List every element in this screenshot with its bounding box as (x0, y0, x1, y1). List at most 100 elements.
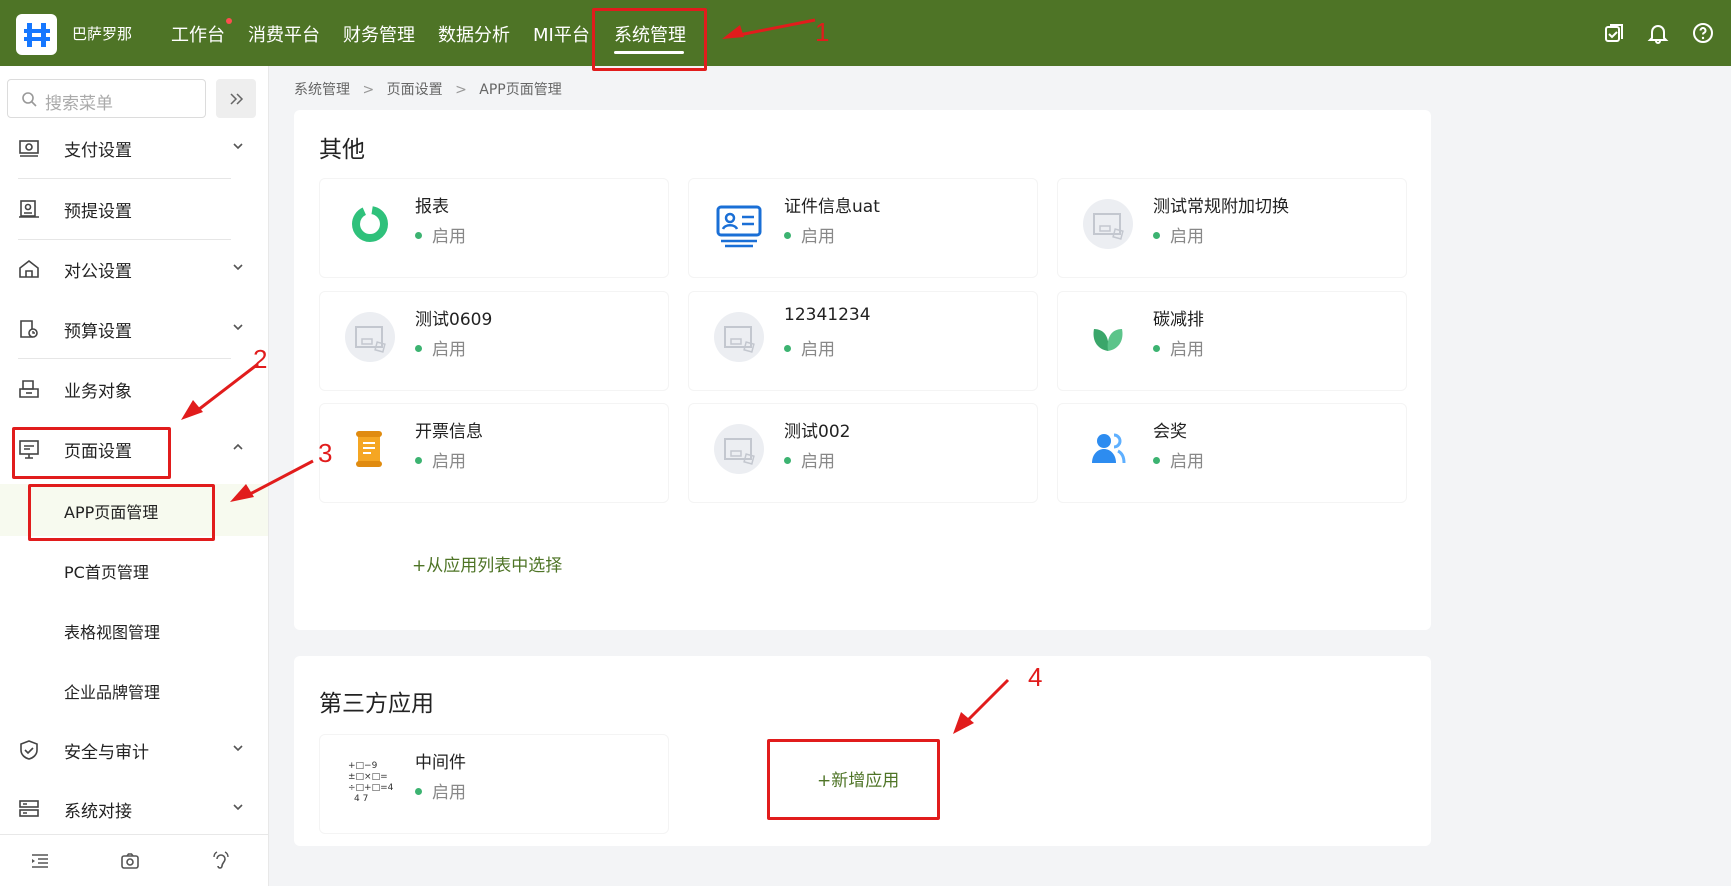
status-dot (415, 231, 422, 239)
status-dot (784, 456, 791, 464)
chevron-down-icon (233, 324, 243, 331)
nav-consume-platform[interactable]: 消费平台 (248, 21, 320, 47)
app-card[interactable]: 开票信息 启用 (319, 403, 669, 503)
app-card[interactable]: 12341234 启用 (688, 291, 1038, 391)
status-dot (415, 456, 422, 464)
status-dot (1153, 344, 1160, 352)
app-card[interactable]: 测试002 启用 (688, 403, 1038, 503)
annotation-arrow-4 (953, 678, 1010, 734)
status-dot (784, 344, 791, 352)
breadcrumb-item[interactable]: 系统管理 (294, 82, 350, 98)
nav-mi-platform[interactable]: MI平台 (533, 21, 590, 47)
sidebar-item-label: 对公设置 (64, 262, 132, 282)
leaf-icon (1093, 329, 1123, 351)
chevron-down-icon (233, 264, 243, 271)
help-icon[interactable] (1692, 22, 1714, 44)
app-name: 证件信息uat (784, 197, 880, 217)
search-icon (22, 92, 37, 107)
logo[interactable] (16, 14, 57, 55)
status-dot (1153, 456, 1160, 464)
sidebar-subitem-label: PC首页管理 (64, 563, 149, 582)
sidebar-subitem-brand[interactable]: 企业品牌管理 (0, 664, 268, 716)
shield-icon (20, 740, 38, 760)
double-chevron-right-icon (230, 92, 244, 105)
sidebar-item-system-integration[interactable]: 系统对接 (0, 784, 268, 834)
nav-data-analysis[interactable]: 数据分析 (438, 21, 510, 47)
hearing-icon[interactable] (211, 851, 231, 871)
app-status: 启用 (1153, 222, 1204, 247)
sidebar-item-accrual[interactable]: 预提设置 (0, 184, 268, 234)
sidebar-item-budget[interactable]: 预算设置 (0, 304, 268, 354)
app-name: 会奖 (1153, 422, 1187, 442)
app-name: 碳减排 (1153, 310, 1204, 330)
app-status: 启用 (784, 335, 835, 360)
app-card[interactable]: 测试0609 启用 (319, 291, 669, 391)
sidebar-item-corporate[interactable]: 对公设置 (0, 244, 268, 294)
status-dot (1153, 231, 1160, 239)
id-card-icon (716, 205, 762, 248)
scroll-invoice-icon (356, 431, 382, 467)
budget-icon (20, 320, 38, 338)
app-name: 测试常规附加切换 (1153, 197, 1289, 217)
svg-text:4 7: 4 7 (354, 794, 368, 804)
nav-workbench[interactable]: 工作台 (171, 21, 225, 47)
app-card[interactable]: 会奖 启用 (1057, 403, 1407, 503)
breadcrumb-item[interactable]: 页面设置 (387, 82, 443, 98)
breadcrumb-item-current: APP页面管理 (479, 82, 562, 98)
app-name: 中间件 (415, 753, 466, 773)
app-name: 报表 (415, 197, 449, 217)
status-dot (415, 787, 422, 795)
accrual-icon (19, 200, 39, 218)
sidebar-subitem-label: 企业品牌管理 (64, 683, 161, 702)
status-dot (415, 344, 422, 352)
annotation-number-2: 2 (253, 344, 268, 374)
sidebar-item-payment[interactable]: 支付设置 (0, 123, 268, 173)
annotation-box-4 (767, 739, 940, 820)
sidebar-item-label: 预算设置 (64, 322, 132, 342)
search-input[interactable]: 搜索菜单 (7, 79, 206, 118)
annotation-box-2 (12, 427, 171, 479)
app-name: 12341234 (784, 305, 871, 325)
app-card[interactable]: 证件信息uat 启用 (688, 178, 1038, 278)
sidebar-subitem-label: 表格视图管理 (64, 623, 161, 642)
task-check-icon[interactable] (1603, 22, 1625, 44)
placeholder-image-icon (714, 312, 764, 362)
app-status: 启用 (1153, 335, 1204, 360)
home-icon (19, 259, 39, 278)
app-card[interactable]: 碳减排 启用 (1057, 291, 1407, 391)
annotation-box-3 (28, 484, 215, 541)
placeholder-image-icon (714, 424, 764, 474)
app-card[interactable]: +□−9 ±□×□= ÷□+□=4 4 7 中间件 启用 (319, 734, 669, 834)
breadcrumb: 系统管理 > 页面设置 > APP页面管理 (294, 79, 570, 99)
status-dot (784, 231, 791, 239)
sidebar-item-label: 系统对接 (64, 802, 132, 822)
camera-icon[interactable] (120, 851, 140, 871)
chevron-down-icon (233, 745, 243, 752)
users-icon (1092, 433, 1126, 464)
sidebar-bottom-toolbar (0, 834, 268, 886)
notification-dot (226, 18, 232, 24)
collapse-sidebar-button[interactable] (216, 79, 256, 118)
placeholder-image-icon (1083, 199, 1133, 249)
nav-finance[interactable]: 财务管理 (343, 21, 415, 47)
bell-icon[interactable] (1647, 22, 1669, 44)
annotation-arrow-3 (230, 459, 314, 502)
section-other: 其他 报表 启用 证件信息uat 启用 测试常规附加切换 启用 测试0609 启… (294, 110, 1431, 630)
app-name: 开票信息 (415, 422, 483, 442)
app-status: 启用 (415, 335, 466, 360)
logo-icon (23, 22, 50, 47)
sidebar-item-label: 安全与审计 (64, 743, 149, 763)
menu-indent-icon[interactable] (30, 851, 50, 871)
sidebar-subitem-table-view[interactable]: 表格视图管理 (0, 604, 268, 656)
sidebar-subitem-pc-home[interactable]: PC首页管理 (0, 544, 268, 596)
app-card[interactable]: 报表 启用 (319, 178, 669, 278)
app-card[interactable]: 测试常规附加切换 启用 (1057, 178, 1407, 278)
chevron-down-icon (233, 804, 243, 811)
annotation-number-4: 4 (1028, 662, 1043, 692)
app-status: 启用 (415, 778, 466, 803)
sidebar-item-security[interactable]: 安全与审计 (0, 725, 268, 775)
section-title: 第三方应用 (319, 691, 434, 717)
select-from-app-list-link[interactable]: +从应用列表中选择 (412, 551, 562, 576)
sidebar-item-label: 业务对象 (64, 382, 132, 402)
placeholder-image-icon (345, 312, 395, 362)
